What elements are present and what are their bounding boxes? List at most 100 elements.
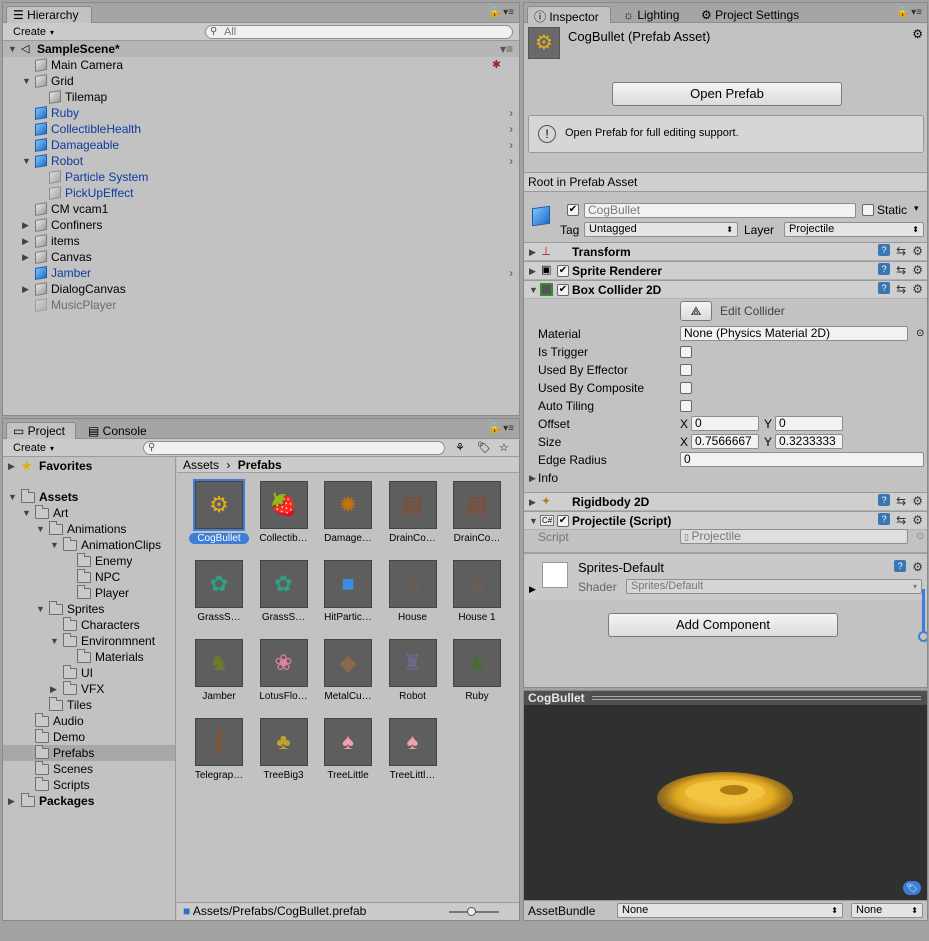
collapse-arrow-icon[interactable]: ▼ [8, 489, 17, 505]
tab-lighting[interactable]: ☼ Lighting [616, 6, 694, 23]
asset-tile[interactable]: ♜ Robot [383, 639, 443, 702]
asset-tile[interactable]: ┃ Telegrap… [189, 718, 249, 781]
label-tag-icon[interactable]: 🏷 [903, 881, 921, 895]
tag-dropdown[interactable]: Untagged ⬍ [584, 222, 738, 237]
folder-tree-item[interactable]: Player [3, 585, 175, 601]
scene-row[interactable]: ▼ ◁ SampleScene* ▾≡ [3, 41, 519, 57]
static-dropdown-icon[interactable]: ▾ [914, 203, 919, 214]
tab-project-settings[interactable]: ⚙ Project Settings [694, 6, 814, 23]
offset-y-field[interactable]: 0 [775, 416, 843, 431]
open-prefab-chevron-icon[interactable]: › [509, 265, 513, 281]
scrollbar-handle[interactable] [918, 631, 927, 642]
folder-tree-item[interactable]: ▼ Environmnent [3, 633, 175, 649]
folder-tree-item[interactable]: ▼ AnimationClips [3, 537, 175, 553]
hierarchy-item[interactable]: ▶ items [3, 233, 519, 249]
expand-arrow-icon[interactable]: ▶ [8, 458, 15, 474]
box-collider-component-header[interactable]: ▼ ✔ Box Collider 2D ? ⇆ ⚙ [524, 280, 927, 299]
collapse-arrow-icon[interactable]: ▼ [50, 537, 59, 553]
size-x-field[interactable]: 0.7566667 [691, 434, 759, 449]
project-search-input[interactable]: ⚲ [143, 441, 445, 455]
collapse-arrow-icon[interactable]: ▼ [36, 521, 45, 537]
lock-icon[interactable]: 🔒 [897, 7, 909, 18]
hierarchy-item[interactable]: CM vcam1 [3, 201, 519, 217]
breadcrumb-prefabs[interactable]: Prefabs [238, 458, 282, 472]
thumbnail-size-slider[interactable] [449, 907, 499, 916]
edit-collider-button[interactable]: ⟁ [680, 301, 712, 321]
folder-tree-item[interactable]: UI [3, 665, 175, 681]
component-gear-icon[interactable]: ⚙ [912, 513, 923, 527]
box-collider-enabled-checkbox[interactable]: ✔ [557, 284, 569, 296]
collapse-arrow-icon[interactable]: ▼ [50, 633, 59, 649]
hierarchy-item[interactable]: PickUpEffect [3, 185, 519, 201]
material-field[interactable]: None (Physics Material 2D) [680, 326, 908, 341]
asset-tile[interactable]: ♞ Jamber [189, 639, 249, 702]
open-prefab-chevron-icon[interactable]: › [509, 121, 513, 137]
preset-sliders-icon[interactable]: ⇆ [896, 494, 906, 508]
hierarchy-item[interactable]: Particle System [3, 169, 519, 185]
preset-sliders-icon[interactable]: ⇆ [896, 282, 906, 296]
assetbundle-variant-dropdown[interactable]: None ⬍ [851, 903, 923, 918]
expand-arrow-icon[interactable]: ▶ [22, 249, 29, 265]
auto-tiling-checkbox[interactable] [680, 400, 692, 412]
preview-header[interactable]: CogBullet [524, 691, 927, 705]
active-checkbox[interactable]: ✔ [567, 204, 579, 216]
asset-tile[interactable]: ■ HitPartic… [318, 560, 378, 623]
project-create-button[interactable]: Create ▾ [7, 440, 60, 456]
folder-tree-item[interactable]: ▶ Packages [3, 793, 175, 809]
folder-tree-item[interactable]: ▼ Animations [3, 521, 175, 537]
open-prefab-chevron-icon[interactable]: › [509, 153, 513, 169]
folder-tree-item[interactable]: ▶ VFX [3, 681, 175, 697]
collapse-arrow-icon[interactable]: ▼ [22, 153, 31, 169]
object-name-field[interactable]: CogBullet [584, 203, 856, 218]
asset-tile[interactable]: ♣ TreeBig3 [254, 718, 314, 781]
inspector-scrollbar[interactable] [918, 589, 927, 642]
panel-menu-icon[interactable]: ▾≡ [911, 7, 922, 18]
hierarchy-item[interactable]: ▶ Confiners [3, 217, 519, 233]
assetbundle-dropdown[interactable]: None ⬍ [617, 903, 843, 918]
hierarchy-item[interactable]: ▶ Canvas [3, 249, 519, 265]
projectile-enabled-checkbox[interactable]: ✔ [557, 515, 569, 527]
folder-tree-item[interactable]: Scripts [3, 777, 175, 793]
folder-tree-item[interactable]: ▼ Sprites [3, 601, 175, 617]
asset-tile[interactable]: ✹ Damage… [318, 481, 378, 544]
folder-tree-item[interactable]: Scenes [3, 761, 175, 777]
expand-arrow-icon[interactable]: ▶ [529, 247, 536, 258]
folder-tree-item[interactable]: Prefabs [3, 745, 175, 761]
asset-tile[interactable]: ▤ DrainCo… [447, 481, 507, 544]
drag-handle[interactable] [592, 696, 921, 700]
slider-handle[interactable] [467, 907, 476, 916]
panel-menu-icon[interactable]: ▾≡ [503, 7, 514, 18]
add-component-button[interactable]: Add Component [608, 613, 838, 637]
layer-dropdown[interactable]: Projectile ⬍ [784, 222, 924, 237]
projectile-script-component-header[interactable]: ▼ C# ✔ Projectile (Script) ? ⇆ ⚙ [524, 511, 927, 530]
asset-tile[interactable]: ⚙ CogBullet [189, 479, 249, 544]
asset-tile[interactable]: 🍓 Collectib… [254, 481, 314, 544]
sprite-renderer-enabled-checkbox[interactable]: ✔ [557, 265, 569, 277]
folder-tree-item[interactable]: Audio [3, 713, 175, 729]
folder-tree-item[interactable]: Enemy [3, 553, 175, 569]
scene-menu-icon[interactable]: ▾≡ [500, 41, 513, 57]
hierarchy-item[interactable]: MusicPlayer [3, 297, 519, 313]
expand-arrow-icon[interactable]: ▶ [529, 470, 536, 486]
help-icon[interactable]: ? [878, 282, 891, 294]
tab-inspector[interactable]: ⓘ Inspector [527, 6, 611, 24]
collapse-arrow-icon[interactable]: ▼ [529, 285, 538, 295]
open-prefab-chevron-icon[interactable]: › [509, 105, 513, 121]
component-gear-icon[interactable]: ⚙ [912, 282, 923, 296]
asset-tile[interactable]: ♟ Ruby [447, 639, 507, 702]
expand-arrow-icon[interactable]: ▶ [22, 281, 29, 297]
hierarchy-item[interactable]: Tilemap [3, 89, 519, 105]
folder-tree-item[interactable]: Materials [3, 649, 175, 665]
folder-tree-item[interactable]: Characters [3, 617, 175, 633]
open-prefab-chevron-icon[interactable]: › [509, 137, 513, 153]
asset-tile[interactable]: ⌂ House 1 [447, 560, 507, 623]
info-foldout-row[interactable]: ▶ Info [524, 470, 927, 486]
folder-tree-item[interactable]: Tiles [3, 697, 175, 713]
hierarchy-search-input[interactable]: ⚲ All [205, 25, 513, 39]
static-checkbox[interactable] [862, 204, 874, 216]
hierarchy-item[interactable]: CollectibleHealth › [3, 121, 519, 137]
hierarchy-item[interactable]: Jamber › [3, 265, 519, 281]
asset-tile[interactable]: ✿ GrassS… [254, 560, 314, 623]
component-gear-icon[interactable]: ⚙ [912, 494, 923, 508]
expand-arrow-icon[interactable]: ▶ [22, 233, 29, 249]
